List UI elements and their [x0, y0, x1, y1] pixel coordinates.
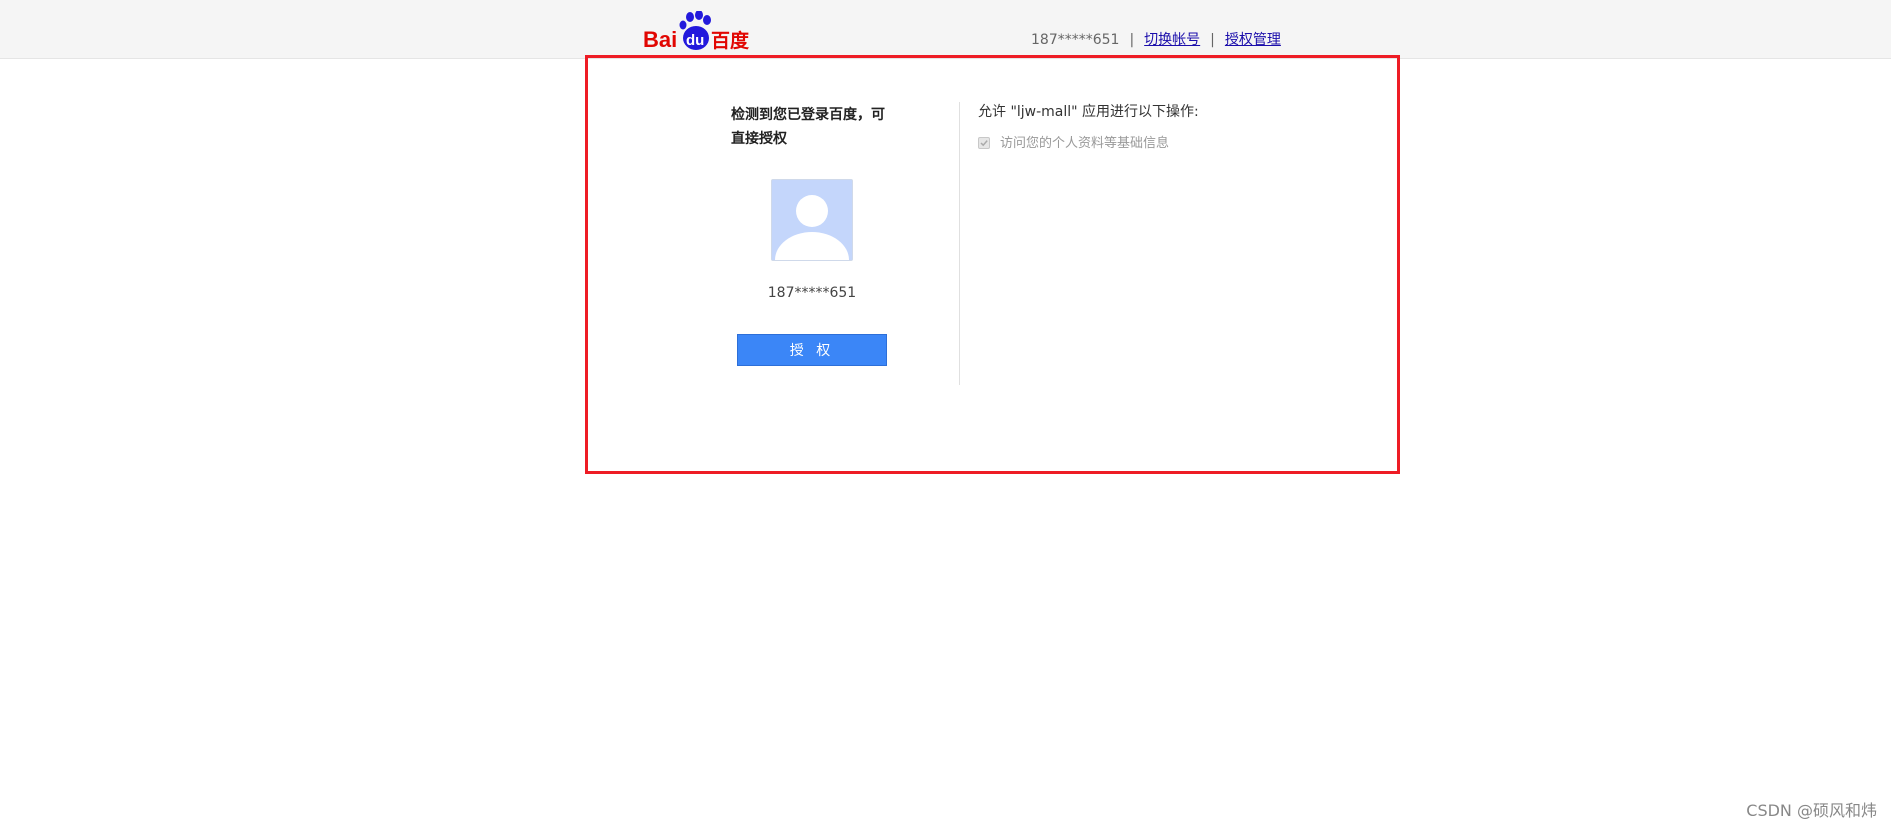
separator: | — [1210, 32, 1215, 48]
permission-title: 允许 "ljw-mall" 应用进行以下操作: — [978, 104, 1199, 120]
logo-text-bai: Bai — [643, 27, 677, 51]
authorize-button[interactable]: 授 权 — [737, 334, 887, 366]
check-icon — [980, 139, 988, 146]
top-header-bar: Bai du 百度 187*****651 | 切换帐号 | 授权管理 — [0, 0, 1891, 59]
permission-item: 访问您的个人资料等基础信息 — [978, 132, 1169, 151]
logo-text-du: du — [686, 32, 704, 49]
logo-text-cn: 百度 — [711, 29, 749, 51]
auth-manage-link[interactable]: 授权管理 — [1225, 32, 1281, 48]
permission-label: 访问您的个人资料等基础信息 — [1000, 136, 1170, 151]
panel-divider — [959, 102, 960, 385]
separator: | — [1129, 32, 1135, 48]
account-name: 187*****651 — [767, 285, 857, 301]
user-bar: 187*****651 | 切换帐号 | 授权管理 — [1031, 29, 1281, 49]
header-account: 187*****651 — [1031, 32, 1120, 48]
detect-login-text: 检测到您已登录百度，可直接授权 — [731, 107, 885, 147]
watermark: CSDN @硕风和炜 — [1746, 801, 1877, 820]
permissions-panel: 允许 "ljw-mall" 应用进行以下操作: 访问您的个人资料等基础信息 — [978, 101, 1199, 151]
baidu-logo[interactable]: Bai du 百度 — [643, 11, 749, 51]
switch-account-link[interactable]: 切换帐号 — [1144, 32, 1200, 48]
permission-checkbox[interactable] — [978, 136, 990, 149]
login-panel: 检测到您已登录百度，可直接授权 — [731, 103, 891, 151]
avatar — [771, 179, 853, 261]
default-user-icon — [775, 195, 849, 260]
